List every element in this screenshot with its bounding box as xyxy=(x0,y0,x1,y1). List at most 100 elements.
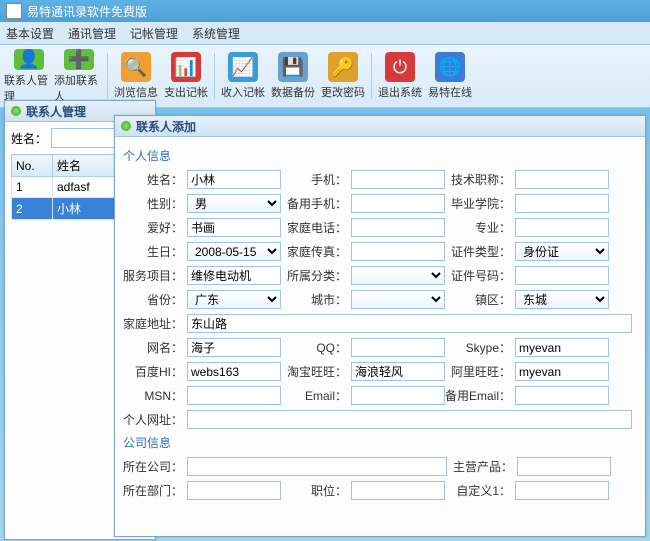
menu-basic-settings[interactable]: 基本设置 xyxy=(6,25,54,42)
contact-add-header: 联系人添加 xyxy=(115,116,645,137)
lbl-district: 镇区： xyxy=(445,291,515,308)
menu-system-manage[interactable]: 系统管理 xyxy=(192,25,240,42)
input-msn[interactable] xyxy=(187,386,281,405)
lbl-taobao: 淘宝旺旺： xyxy=(281,363,351,380)
input-mobile2[interactable] xyxy=(351,194,445,213)
menu-contacts-manage[interactable]: 通讯管理 xyxy=(68,25,116,42)
toolbar-label: 数据备份 xyxy=(271,84,315,100)
toolbar-label: 浏览信息 xyxy=(114,84,158,100)
input-website[interactable] xyxy=(187,410,632,429)
lbl-custom1: 自定义1： xyxy=(445,482,515,499)
lbl-service: 服务项目： xyxy=(123,267,187,284)
lbl-netname: 网名： xyxy=(123,339,187,356)
退出系统-icon: ⏻ xyxy=(385,52,415,82)
更改密码-icon: 🔑 xyxy=(328,52,358,82)
lbl-homefax: 家庭传真： xyxy=(281,243,351,260)
lbl-position: 职位： xyxy=(281,482,351,499)
toolbar-添加联系人[interactable]: ➕添加联系人 xyxy=(54,49,104,103)
input-hobby[interactable] xyxy=(187,218,281,237)
app-window: 易特通讯录软件免费版 基本设置 通讯管理 记帐管理 系统管理 👤联系人管理➕添加… xyxy=(0,0,650,541)
input-mainprod[interactable] xyxy=(517,457,611,476)
lbl-idno: 证件号码： xyxy=(445,267,515,284)
易特在线-icon: 🌐 xyxy=(435,52,465,82)
input-company[interactable] xyxy=(187,457,447,476)
menu-bar: 基本设置 通讯管理 记帐管理 系统管理 xyxy=(0,22,650,45)
input-skype[interactable] xyxy=(515,338,609,357)
input-major[interactable] xyxy=(515,218,609,237)
toolbar-联系人管理[interactable]: 👤联系人管理 xyxy=(4,49,54,103)
contact-add-panel: 联系人添加 个人信息 姓名： 手机： 技术职称： 性别：男 备用手机： 毕业学院… xyxy=(114,115,646,537)
toolbar-label: 易特在线 xyxy=(428,84,472,100)
input-email[interactable] xyxy=(351,386,445,405)
input-service[interactable] xyxy=(187,266,281,285)
input-email2[interactable] xyxy=(515,386,609,405)
lbl-idtype: 证件类型： xyxy=(445,243,515,260)
title-bar: 易特通讯录软件免费版 xyxy=(0,0,650,22)
search-name-label: 姓名： xyxy=(11,130,47,147)
select-district[interactable]: 东城 xyxy=(515,290,609,309)
input-tech[interactable] xyxy=(515,170,609,189)
workspace: 联系人管理 姓名： No. 姓名 1adfasf2小林 联系人 xyxy=(4,100,646,537)
lbl-category: 所属分类： xyxy=(281,267,351,284)
input-school[interactable] xyxy=(515,194,609,213)
col-no[interactable]: No. xyxy=(12,155,53,177)
menu-accounting-manage[interactable]: 记帐管理 xyxy=(130,25,178,42)
input-homephone[interactable] xyxy=(351,218,445,237)
input-qq[interactable] xyxy=(351,338,445,357)
toolbar-label: 退出系统 xyxy=(378,84,422,100)
personal-section-title: 个人信息 xyxy=(123,147,637,164)
input-homefax[interactable] xyxy=(351,242,445,261)
toolbar-label: 联系人管理 xyxy=(4,72,54,104)
input-dept[interactable] xyxy=(187,481,281,500)
lbl-email: Email： xyxy=(281,387,351,404)
separator-icon xyxy=(107,53,108,99)
contacts-manager-title: 联系人管理 xyxy=(26,103,86,120)
联系人管理-icon: 👤 xyxy=(14,49,44,70)
收入记帐-icon: 📈 xyxy=(228,52,258,82)
lbl-city: 城市： xyxy=(281,291,351,308)
separator-icon xyxy=(371,53,372,99)
lbl-province: 省份： xyxy=(123,291,187,308)
toolbar-浏览信息[interactable]: 🔍 浏览信息 xyxy=(111,49,161,103)
select-category[interactable] xyxy=(351,266,445,285)
toolbar-label: 支出记帐 xyxy=(164,84,208,100)
input-netname[interactable] xyxy=(187,338,281,357)
lbl-major: 专业： xyxy=(445,219,515,236)
toolbar-收入记帐[interactable]: 📈收入记帐 xyxy=(218,49,268,103)
app-title: 易特通讯录软件免费版 xyxy=(27,3,147,20)
lbl-name: 姓名： xyxy=(123,171,187,188)
toolbar-更改密码[interactable]: 🔑 更改密码 xyxy=(318,49,368,103)
lbl-hobby: 爱好： xyxy=(123,219,187,236)
input-name[interactable] xyxy=(187,170,281,189)
lbl-dept: 所在部门： xyxy=(123,482,187,499)
lbl-mobile: 手机： xyxy=(281,171,351,188)
input-mobile[interactable] xyxy=(351,170,445,189)
lbl-msn: MSN： xyxy=(123,387,187,404)
lbl-qq: QQ： xyxy=(281,339,351,356)
separator-icon xyxy=(214,53,215,99)
lbl-skype: Skype： xyxy=(445,339,515,356)
select-city[interactable] xyxy=(351,290,445,309)
toolbar-label: 更改密码 xyxy=(321,84,365,100)
toolbar-退出系统[interactable]: ⏻ 退出系统 xyxy=(375,49,425,103)
input-position[interactable] xyxy=(351,481,445,500)
toolbar: 👤联系人管理➕添加联系人 🔍 浏览信息📊支出记帐📈收入记帐 💾 数据备份 🔑 更改密码 ⏻ 退出… xyxy=(0,45,650,108)
数据备份-icon: 💾 xyxy=(278,52,308,82)
input-homeaddr[interactable] xyxy=(187,314,632,333)
toolbar-支出记帐[interactable]: 📊支出记帐 xyxy=(161,49,211,103)
lbl-email2: 备用Email： xyxy=(445,387,515,404)
input-custom1[interactable] xyxy=(515,481,609,500)
select-birthday[interactable]: 2008-05-15 xyxy=(187,242,281,261)
input-idno[interactable] xyxy=(515,266,609,285)
input-taobao[interactable] xyxy=(351,362,445,381)
select-idtype[interactable]: 身份证 xyxy=(515,242,609,261)
input-ali[interactable] xyxy=(515,362,609,381)
select-gender[interactable]: 男 xyxy=(187,194,281,213)
select-province[interactable]: 广东 xyxy=(187,290,281,309)
input-baidu[interactable] xyxy=(187,362,281,381)
toolbar-数据备份[interactable]: 💾 数据备份 xyxy=(268,49,318,103)
toolbar-易特在线[interactable]: 🌐 易特在线 xyxy=(425,49,475,103)
lbl-company: 所在公司： xyxy=(123,458,187,475)
浏览信息-icon: 🔍 xyxy=(121,52,151,82)
dot-icon xyxy=(11,106,21,116)
